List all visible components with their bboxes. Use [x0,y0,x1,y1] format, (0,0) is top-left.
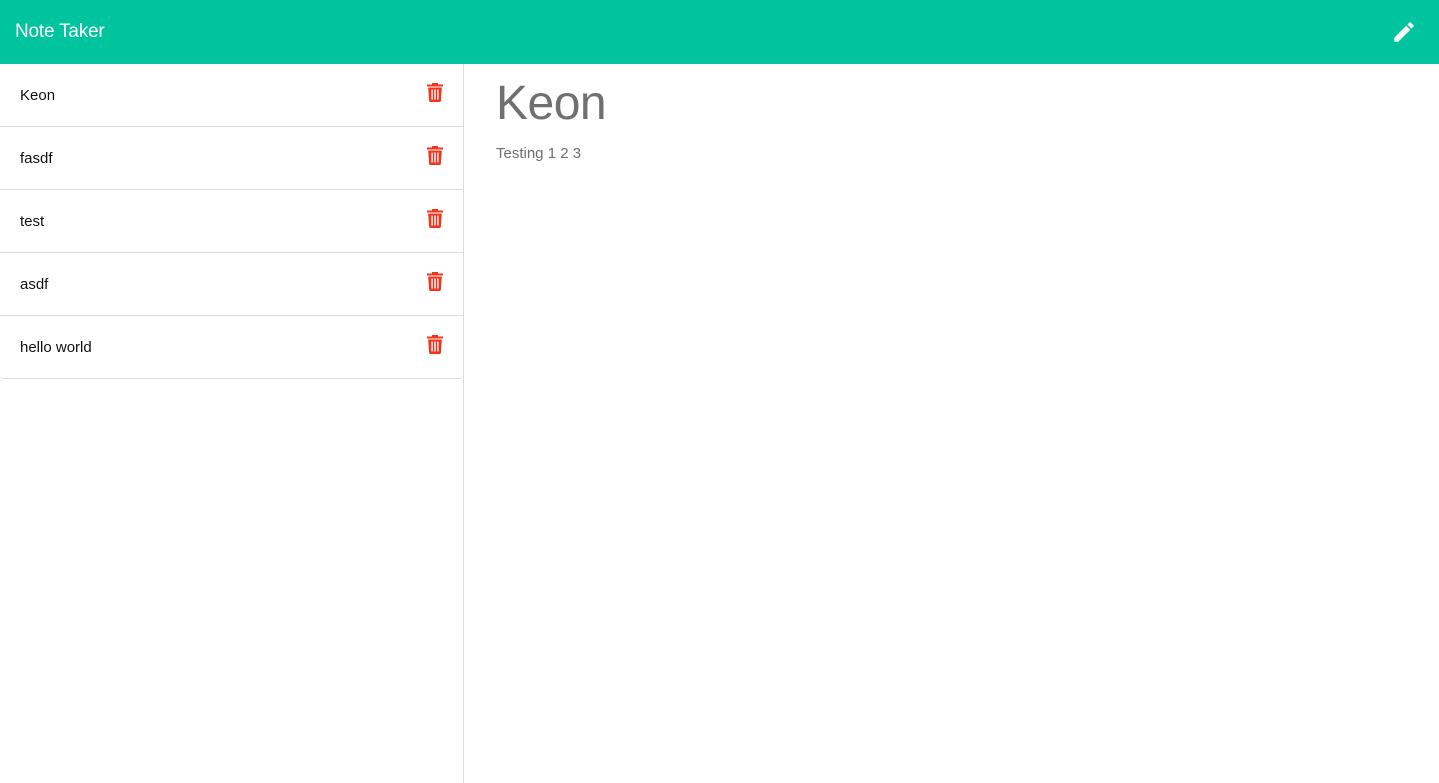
trash-icon [427,146,443,165]
trash-icon [427,83,443,102]
list-item[interactable]: Keon [0,64,463,127]
note-item-title: test [20,212,45,230]
delete-note-button[interactable] [427,146,443,165]
note-list: Keon fasdf test asdf hello world [0,64,463,379]
note-sidebar: Keon fasdf test asdf hello world [0,64,464,783]
note-text-view[interactable]: Testing 1 2 3 [496,145,1407,162]
pencil-icon [1394,22,1414,42]
note-view: Keon Testing 1 2 3 [464,64,1439,783]
trash-icon [427,335,443,354]
list-item[interactable]: asdf [0,253,463,316]
list-item[interactable]: test [0,190,463,253]
brand-link[interactable]: Note Taker [15,21,105,43]
delete-note-button[interactable] [427,209,443,228]
delete-note-button[interactable] [427,83,443,102]
list-item[interactable]: fasdf [0,127,463,190]
note-item-title: hello world [20,338,92,356]
list-item[interactable]: hello world [0,316,463,379]
note-item-title: asdf [20,275,49,293]
trash-icon [427,272,443,291]
note-item-title: Keon [20,86,56,104]
note-item-title: fasdf [20,149,53,167]
new-note-button[interactable] [1388,16,1420,48]
note-title-view[interactable]: Keon [496,76,1407,132]
delete-note-button[interactable] [427,272,443,291]
navbar: Note Taker [0,0,1439,64]
trash-icon [427,209,443,228]
delete-note-button[interactable] [427,335,443,354]
